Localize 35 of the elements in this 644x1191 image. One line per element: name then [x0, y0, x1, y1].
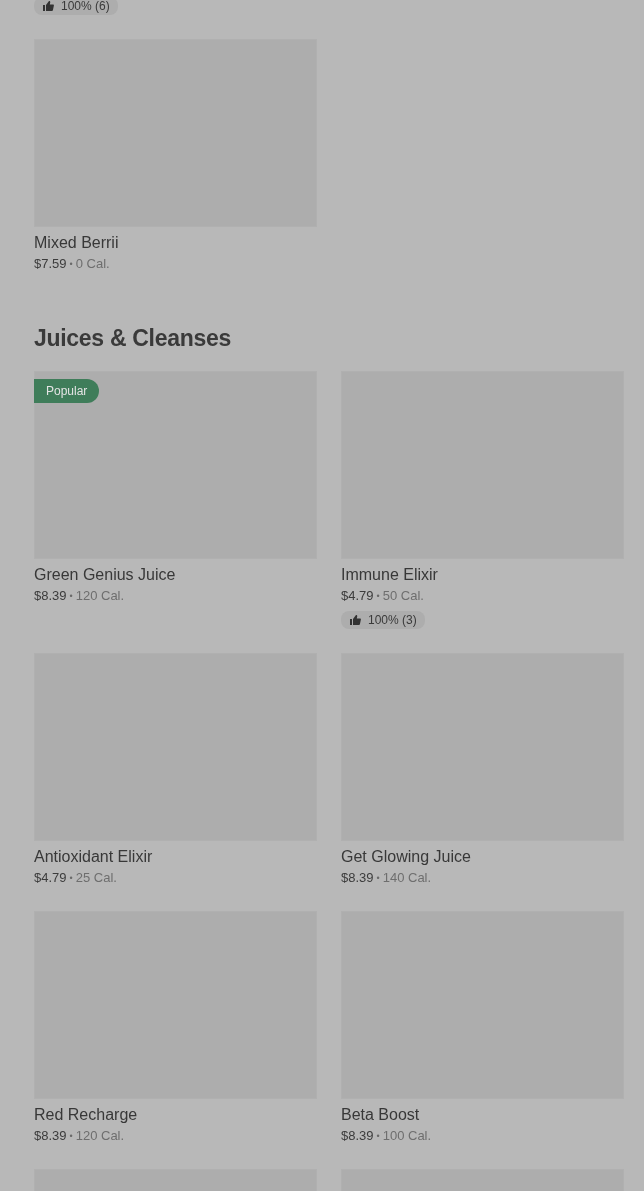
item-name: Immune Elixir	[341, 565, 439, 585]
item-price: $8.39	[341, 1127, 374, 1145]
separator-dot: •	[69, 590, 73, 603]
separator-dot: •	[69, 258, 73, 271]
item-price: $8.39	[34, 1127, 67, 1145]
separator-dot: •	[69, 872, 73, 885]
item-name: Get Glowing Juice	[341, 847, 472, 867]
thumbs-up-icon	[349, 614, 361, 626]
separator-dot: •	[376, 590, 380, 603]
thumbs-up-icon	[42, 0, 54, 12]
image-placeholder[interactable]	[34, 371, 317, 559]
item-price: $4.79	[341, 587, 374, 605]
item-price: $7.59	[34, 255, 67, 273]
item-name: Antioxidant Elixir	[34, 847, 154, 867]
item-name: Mixed Berrii	[34, 233, 120, 253]
item-calories: 120 Cal.	[75, 1127, 125, 1145]
rating-badge: 100% (3)	[341, 611, 425, 629]
item-price: $4.79	[34, 869, 67, 887]
section-heading: Juices & Cleanses	[34, 324, 232, 353]
item-name: Red Recharge	[34, 1105, 139, 1125]
item-calories: 0 Cal.	[75, 255, 110, 273]
separator-dot: •	[376, 872, 380, 885]
separator-dot: •	[376, 1130, 380, 1143]
item-price: $8.39	[341, 869, 374, 887]
rating-badge: 100% (6)	[34, 0, 118, 15]
item-calories: 25 Cal.	[75, 869, 117, 887]
item-calories: 50 Cal.	[382, 587, 424, 605]
item-calories: 140 Cal.	[382, 869, 432, 887]
item-name: Beta Boost	[341, 1105, 421, 1125]
separator-dot: •	[69, 1130, 73, 1143]
item-price: $8.39	[34, 587, 67, 605]
item-calories: 120 Cal.	[75, 587, 125, 605]
item-calories: 100 Cal.	[382, 1127, 432, 1145]
item-name: Green Genius Juice	[34, 565, 177, 585]
popular-tag: Popular	[34, 379, 100, 403]
